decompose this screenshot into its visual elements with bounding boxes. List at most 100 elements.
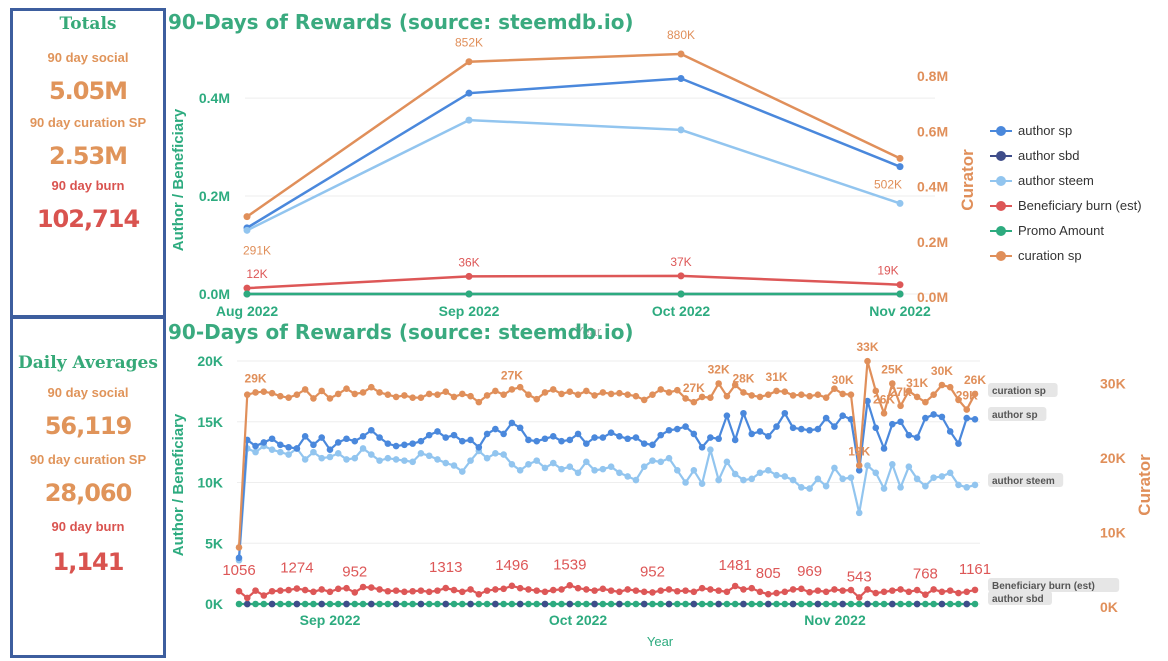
y-tick-label: 10K (197, 475, 223, 491)
legend-item-author-sbd[interactable]: author sbd (990, 143, 1142, 168)
author-steem-point (946, 469, 954, 477)
beneficiary-burn-est-point (971, 586, 979, 594)
curation-sp-point (343, 385, 350, 393)
author-sp-point (334, 439, 342, 446)
curation-sp-point (599, 389, 607, 396)
author-sbd-point (864, 600, 871, 608)
author-sp-point (583, 440, 590, 447)
author-steem-point (897, 484, 904, 491)
author-sp-point (831, 423, 838, 430)
author-steem-point (855, 509, 863, 517)
author-steem-point (764, 467, 772, 474)
promo-amount-point (905, 600, 913, 608)
author-sp-point (756, 428, 764, 435)
curation-sp-point (574, 391, 582, 398)
promo-amount-point (955, 600, 962, 608)
curation-sp-point (607, 390, 615, 398)
beneficiary-burn-est-data-label: 1274 (280, 560, 313, 577)
y-tick-label: 0.4M (199, 90, 230, 106)
author-steem-point (913, 475, 921, 483)
author-sp-point (574, 430, 582, 438)
legend-marker (990, 150, 1012, 161)
end-label-text: author sbd (992, 594, 1044, 605)
promo-amount-point (508, 600, 516, 608)
curation-sp-point (922, 398, 929, 406)
beneficiary-burn-est-point (731, 582, 739, 590)
author-sp-point (293, 445, 301, 452)
author-steem-point (616, 469, 623, 477)
beneficiary-burn-est-data-label: 952 (342, 563, 367, 580)
beneficiary-burn-est-point (889, 587, 896, 594)
curation-sp-point (235, 544, 243, 551)
curation-sp-point (541, 389, 549, 396)
author-steem-point (740, 476, 747, 484)
author-sbd-point (392, 600, 400, 608)
legend-item-author-sp[interactable]: author sp (990, 118, 1142, 143)
author-steem-point (467, 457, 474, 464)
author-sp-point (301, 433, 309, 440)
curation-sp-point (723, 392, 731, 400)
beneficiary-burn-est-point (525, 586, 532, 593)
curation-sp-point (252, 389, 259, 396)
social-value: 5.05M (48, 77, 128, 105)
author-steem-point (558, 465, 565, 473)
x-tick-label: Oct 2022 (652, 303, 711, 319)
legend-item-author-steem[interactable]: author steem (990, 168, 1142, 193)
beneficiary-burn-est-point (806, 588, 813, 596)
promo-amount-point (930, 600, 937, 608)
curation-sp-point (392, 393, 400, 401)
author-sp-point (508, 419, 516, 427)
author-sp-point (789, 424, 797, 432)
author-sp-point (458, 437, 466, 445)
beneficiary-burn-est-point (417, 587, 425, 594)
author-sbd-point (541, 600, 549, 608)
promo-amount-point (748, 600, 756, 608)
curation-sp-point (764, 391, 772, 398)
curation-sp-point (417, 394, 425, 401)
beneficiary-burn-est-point (756, 588, 764, 596)
legend-item-promo-amount[interactable]: Promo Amount (990, 218, 1142, 243)
author-sbd-point (591, 600, 598, 608)
legend-item-beneficiary-burn[interactable]: Beneficiary burn (est) (990, 193, 1142, 218)
legend-item-curation-sp[interactable]: curation sp (990, 243, 1142, 268)
author-steem-point (831, 464, 838, 472)
author-sp-point (310, 441, 317, 449)
curation-sp-point (896, 154, 904, 162)
beneficiary-burn-est-point (500, 585, 507, 593)
beneficiary-burn-est-data-label: 1056 (222, 562, 255, 579)
author-sp-point (401, 441, 408, 449)
promo-amount-point (359, 600, 367, 608)
beneficiary-burn-est-point (632, 587, 640, 594)
promo-amount-point (657, 600, 665, 608)
beneficiary-burn-est-point (434, 587, 441, 594)
y2-tick-label: 30K (1100, 376, 1126, 392)
promo-amount-point (649, 600, 656, 608)
author-steem-point (541, 464, 549, 472)
y2-tick-label: 0.8M (917, 68, 948, 84)
end-label-author-steem: author steem (988, 473, 1064, 487)
author-sp-point (677, 74, 685, 82)
beneficiary-burn-est-point (963, 588, 971, 596)
promo-amount-point (673, 600, 681, 608)
legend-label: Beneficiary burn (est) (1018, 198, 1142, 213)
curation-sp-point (938, 381, 946, 389)
author-sp-point (822, 414, 830, 422)
curation-sp-point (409, 394, 416, 401)
author-sp-point (922, 414, 929, 422)
legend-marker (990, 125, 1012, 136)
beneficiary-burn-est-point (392, 587, 400, 594)
promo-amount-point (310, 600, 317, 608)
beneficiary-burn-est-point (285, 586, 292, 594)
beneficiary-burn-est-data-label: 1496 (495, 557, 528, 574)
author-steem-point (268, 446, 276, 453)
author-sp-point (624, 435, 631, 443)
burn-value: 1,141 (52, 548, 125, 576)
author-steem-point (252, 448, 259, 456)
author-sp-point (434, 428, 441, 435)
author-sp-line (246, 77, 901, 229)
author-sp-point (897, 418, 904, 426)
author-sp-point (591, 434, 598, 441)
author-steem-point (880, 485, 888, 492)
beneficiary-burn-est-point (673, 587, 681, 595)
curation-sp-point (632, 392, 640, 400)
